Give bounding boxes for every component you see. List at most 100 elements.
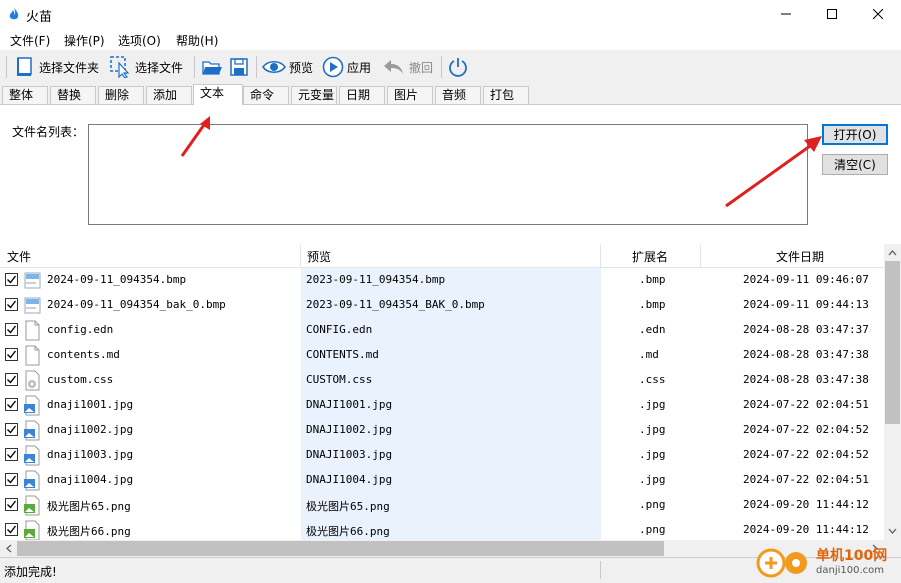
toolbar-separator: [256, 56, 257, 78]
cell-preview: DNAJI1001.jpg: [306, 398, 393, 411]
png-image-icon: [24, 495, 40, 516]
cell-preview: DNAJI1002.jpg: [306, 423, 393, 436]
column-divider[interactable]: [300, 244, 301, 268]
horizontal-scrollbar[interactable]: [0, 540, 884, 557]
menu-bar: 文件(F) 操作(P) 选项(O) 帮助(H): [0, 28, 901, 50]
row-checkbox[interactable]: [5, 348, 18, 361]
table-row[interactable]: dnaji1001.jpg DNAJI1001.jpg .jpg 2024-07-22…: [0, 393, 884, 418]
preview-button[interactable]: 预览: [262, 55, 313, 79]
blank-file-icon: [25, 345, 40, 366]
row-checkbox[interactable]: [5, 498, 18, 511]
tab-delete[interactable]: 删除: [98, 86, 144, 104]
cell-file-date: 2024-09-11 09:44:13: [743, 298, 869, 311]
cell-file: 极光图片66.png: [47, 525, 131, 538]
checkmark-icon: [7, 525, 17, 534]
vertical-scroll-thumb[interactable]: [885, 261, 900, 424]
menu-operation[interactable]: 操作(P): [64, 32, 105, 49]
cell-extension: .css: [639, 373, 666, 386]
jpg-image-icon: [24, 470, 40, 491]
toolbar: 选择文件夹 选择文件 预览 应用 撤回: [0, 50, 901, 84]
save-icon: [230, 58, 248, 76]
select-folder-button[interactable]: 选择文件夹: [14, 55, 99, 79]
cell-extension: .jpg: [639, 423, 666, 436]
table-row[interactable]: contents.md CONTENTS.md .md 2024-08-28 03:4…: [0, 343, 884, 368]
cell-extension: .bmp: [639, 298, 666, 311]
horizontal-scroll-thumb[interactable]: [17, 541, 664, 556]
tab-replace[interactable]: 替换: [50, 86, 96, 104]
row-checkbox[interactable]: [5, 398, 18, 411]
open-button[interactable]: 打开(O): [822, 124, 888, 145]
apply-button[interactable]: 应用: [322, 55, 371, 79]
cell-file-date: 2024-07-22 02:04:51: [743, 398, 869, 411]
maximize-button[interactable]: [809, 0, 855, 28]
tab-text[interactable]: 文本: [193, 84, 243, 105]
row-checkbox[interactable]: [5, 473, 18, 486]
css-file-icon: [25, 370, 40, 391]
header-file[interactable]: 文件: [7, 248, 31, 265]
eye-icon: [262, 60, 286, 74]
header-extension[interactable]: 扩展名: [632, 248, 668, 265]
vertical-scrollbar[interactable]: [884, 244, 901, 540]
row-checkbox[interactable]: [5, 298, 18, 311]
column-divider[interactable]: [700, 244, 701, 268]
table-row[interactable]: 极光图片66.png 极光图片66.png .png 2024-09-20 11:44…: [0, 518, 884, 540]
jpg-image-icon: [24, 420, 40, 441]
open-folder-button[interactable]: [201, 55, 223, 79]
table-row[interactable]: config.edn CONFIG.edn .edn 2024-08-28 03:47…: [0, 318, 884, 343]
undo-button[interactable]: 撤回: [382, 55, 433, 79]
cell-extension: .jpg: [639, 398, 666, 411]
jpg-image-icon: [24, 445, 40, 466]
cell-file-date: 2024-07-22 02:04:51: [743, 473, 869, 486]
close-icon: [873, 9, 883, 19]
filelist-label: 文件名列表：: [12, 125, 85, 139]
power-icon: [449, 58, 467, 77]
menu-file[interactable]: 文件(F): [10, 32, 50, 49]
status-divider: [600, 561, 601, 579]
cell-file: dnaji1003.jpg: [47, 448, 134, 461]
scroll-down-icon[interactable]: [884, 523, 901, 540]
close-button[interactable]: [855, 0, 901, 28]
tab-audio[interactable]: 音频: [435, 86, 481, 104]
scroll-up-icon[interactable]: [884, 244, 901, 261]
tab-image[interactable]: 图片: [387, 86, 433, 104]
row-checkbox[interactable]: [5, 523, 18, 536]
table-row[interactable]: dnaji1002.jpg DNAJI1002.jpg .jpg 2024-07-22…: [0, 418, 884, 443]
checkmark-icon: [7, 350, 17, 359]
row-checkbox[interactable]: [5, 273, 18, 286]
scroll-left-icon[interactable]: [0, 540, 17, 557]
row-checkbox[interactable]: [5, 373, 18, 386]
tab-date[interactable]: 日期: [339, 86, 385, 104]
row-checkbox[interactable]: [5, 423, 18, 436]
row-checkbox[interactable]: [5, 323, 18, 336]
tab-add[interactable]: 添加: [146, 86, 192, 104]
cell-file: 2024-09-11_094354.bmp: [47, 273, 187, 286]
select-file-button[interactable]: 选择文件: [110, 55, 183, 79]
header-preview[interactable]: 预览: [307, 248, 331, 265]
clear-button[interactable]: 清空(C): [822, 154, 888, 175]
tab-bar: 整体 替换 删除 添加 文本 命令 元变量 日期 图片 音频 打包: [0, 84, 901, 105]
table-row[interactable]: dnaji1003.jpg DNAJI1003.jpg .jpg 2024-07-22…: [0, 443, 884, 468]
menu-options[interactable]: 选项(O): [118, 32, 161, 49]
table-row[interactable]: custom.css CUSTOM.css .css 2024-08-28 03:47…: [0, 368, 884, 393]
minimize-button[interactable]: [763, 0, 809, 28]
jpg-image-icon: [24, 395, 40, 416]
table-row[interactable]: dnaji1004.jpg DNAJI1004.jpg .jpg 2024-07-22…: [0, 468, 884, 493]
filelist-textbox[interactable]: [88, 124, 808, 225]
tab-pack[interactable]: 打包: [483, 86, 529, 104]
table-row[interactable]: 2024-09-11_094354_bak_0.bmp 2023-09-11_09…: [0, 293, 884, 318]
title-bar: 火苗: [0, 0, 901, 28]
column-divider[interactable]: [600, 244, 601, 268]
power-button[interactable]: [447, 55, 469, 79]
tab-metavariable[interactable]: 元变量: [291, 86, 337, 104]
tab-overall[interactable]: 整体: [2, 86, 48, 104]
menu-help[interactable]: 帮助(H): [176, 32, 218, 49]
save-button[interactable]: [229, 55, 249, 79]
row-checkbox[interactable]: [5, 448, 18, 461]
table-row[interactable]: 极光图片65.png 极光图片65.png .png 2024-09-20 11:44…: [0, 493, 884, 518]
open-folder-icon: [202, 61, 222, 75]
tab-command[interactable]: 命令: [243, 86, 289, 104]
table-row[interactable]: 2024-09-11_094354.bmp 2023-09-11_094354.b…: [0, 268, 884, 293]
cell-extension: .jpg: [639, 448, 666, 461]
cell-file-date: 2024-07-22 02:04:52: [743, 423, 869, 436]
header-file-date[interactable]: 文件日期: [776, 248, 824, 265]
